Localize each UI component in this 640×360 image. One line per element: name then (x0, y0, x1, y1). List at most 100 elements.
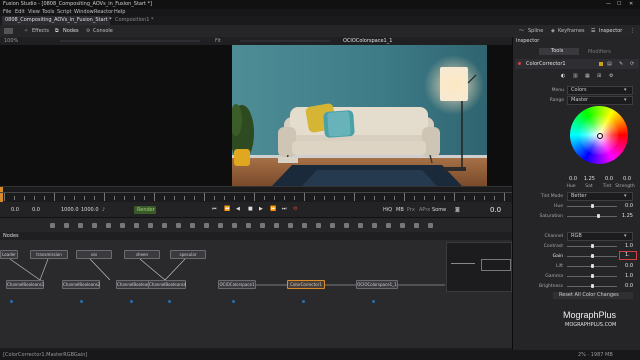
transmission-node[interactable]: transmission (30, 250, 68, 259)
pin-icon[interactable]: ✎ (619, 62, 623, 67)
left-viewer[interactable] (0, 45, 232, 186)
loader-node[interactable]: Loader (0, 250, 18, 259)
saturation-slider[interactable] (567, 216, 617, 217)
goto-start-icon[interactable]: ⏮ (212, 207, 217, 212)
color-corrector-tool-icon[interactable] (190, 223, 195, 228)
tint-value-box[interactable]: 0.0 (601, 176, 613, 182)
playhead[interactable] (0, 187, 3, 203)
minimize-icon[interactable]: — (606, 2, 611, 7)
time-ruler[interactable] (0, 186, 512, 203)
hue-curves-tool-icon[interactable] (218, 223, 223, 228)
rectangle-tool-icon[interactable] (148, 223, 153, 228)
console-button[interactable]: Console (93, 29, 113, 34)
render-start[interactable]: 0.0 (32, 208, 40, 213)
node-navigator[interactable] (446, 242, 512, 292)
matte-control-tool-icon[interactable] (400, 223, 405, 228)
enable-dot[interactable] (518, 62, 521, 65)
blur-tool-icon[interactable] (120, 223, 125, 228)
hiq-toggle[interactable]: HiQ (383, 208, 392, 213)
menu-help[interactable]: Help (114, 10, 125, 15)
contrast-slider-knob[interactable] (591, 244, 594, 248)
nodes-icon[interactable]: ⧉ (55, 29, 59, 34)
settings-tab-icon[interactable]: ⚙ (609, 74, 613, 79)
sheen-node[interactable]: sheen (124, 250, 160, 259)
media-pool-icon[interactable] (4, 28, 13, 34)
effects-icon[interactable]: ✧ (24, 29, 28, 34)
options-tab-icon[interactable]: ⊞ (597, 74, 601, 79)
aprx-toggle[interactable]: APrx (419, 208, 430, 213)
keyframes-icon[interactable]: ◆ (551, 29, 555, 34)
loop-icon[interactable]: ⟲ (293, 207, 297, 212)
brightness-value[interactable]: 0.0 (619, 283, 633, 289)
tracker-tool-icon[interactable] (358, 223, 363, 228)
menu-dropdown[interactable]: Colors ▾ (567, 86, 633, 95)
merge3d-tool-icon[interactable] (288, 223, 293, 228)
some-toggle[interactable]: Some (432, 208, 446, 213)
color-swatch-icon[interactable] (599, 62, 603, 66)
color-corrector-1-node[interactable]: ColorCorrector1 (287, 280, 325, 289)
emitter-tool-icon[interactable] (246, 223, 251, 228)
lift-value[interactable]: 0.0 (619, 263, 633, 269)
effects-button[interactable]: Effects (32, 29, 49, 34)
modifiers-tab[interactable]: Modifiers (588, 50, 611, 55)
tab-composition1[interactable]: Composition1 * (112, 16, 172, 25)
menu-edit[interactable]: Edit (15, 10, 25, 15)
gain-value-field[interactable]: 1. (619, 251, 637, 260)
tab-comp-start[interactable]: 0808_Compositing_AOVs_in_Fusion_Start * (2, 16, 112, 25)
hue-value-box[interactable]: 0.0 (565, 176, 577, 182)
ocio-colorspace-1-1-node[interactable]: OCIOColorspace1_1 (356, 280, 398, 289)
reset-all-button[interactable]: Reset All Color Changes (553, 292, 633, 299)
spline-button[interactable]: Spline (528, 29, 543, 34)
text3d-tool-icon[interactable] (316, 223, 321, 228)
saver-tool-icon[interactable] (414, 223, 419, 228)
spline-icon[interactable]: 〜 (519, 29, 524, 34)
sss-node[interactable]: sss (76, 250, 112, 259)
specular-node[interactable]: specular (170, 250, 206, 259)
global-start[interactable]: 0.0 (11, 208, 19, 213)
paint-tool-icon[interactable] (64, 223, 69, 228)
extra-tool-icon[interactable] (428, 223, 433, 228)
ocio-colorspace-1-node[interactable]: OCIOColorspace1 (218, 280, 256, 289)
channel-booleans-2-node[interactable]: ChannelBooleans2 (62, 280, 100, 289)
more-options-icon[interactable]: ⋮ (630, 29, 635, 34)
node-header[interactable]: ColorCorrector1 ▤ ✎ ⟳ (515, 59, 639, 69)
lift-slider-knob[interactable] (591, 264, 594, 268)
channel-booleans-1-node[interactable]: ChannelBooleans1 (6, 280, 44, 289)
menu-script[interactable]: Script (57, 10, 72, 15)
inspector-icon[interactable]: ☰ (591, 29, 595, 34)
step-forward-icon[interactable]: ⏩ (270, 207, 276, 212)
right-viewer-zoom[interactable]: Fit (215, 39, 221, 44)
render-button[interactable]: Render (134, 206, 156, 214)
color-curves-tool-icon[interactable] (204, 223, 209, 228)
prx-toggle[interactable]: Prx (407, 208, 415, 213)
levels-tab-icon[interactable]: ▥ (573, 74, 578, 79)
color-wheel-picker[interactable] (597, 133, 603, 139)
strength-value-box[interactable]: 0.0 (619, 176, 631, 182)
menu-window[interactable]: Window (74, 10, 94, 15)
versions-icon[interactable]: ▤ (607, 62, 612, 67)
brightness-contrast-tool-icon[interactable] (232, 223, 237, 228)
shape3d-tool-icon[interactable] (260, 223, 265, 228)
left-viewer-zoom[interactable]: 100% (4, 39, 18, 44)
gamma-value[interactable]: 1.0 (619, 273, 633, 279)
channel-dropdown[interactable]: RGB ▾ (567, 232, 633, 241)
audio-icon[interactable]: ♪ (102, 208, 105, 213)
menu-tools[interactable]: Tools (42, 10, 54, 15)
console-icon[interactable]: ⚙ (86, 29, 90, 34)
menu-reactor[interactable]: Reactor (94, 10, 113, 15)
text-tool-icon[interactable] (78, 223, 83, 228)
channel-booleans-4-node[interactable]: ChannelBooleans4 (148, 280, 186, 289)
maximize-icon[interactable]: ☐ (617, 2, 621, 7)
camera-icon[interactable]: ◙ (455, 208, 460, 213)
planar-tracker-tool-icon[interactable] (372, 223, 377, 228)
viewer-image[interactable] (232, 45, 487, 186)
sat-value-box[interactable]: 1.25 (583, 176, 595, 182)
loader-tool-icon[interactable] (92, 223, 97, 228)
render-end[interactable]: 1000.0 (61, 208, 79, 213)
stop-icon[interactable]: ■ (248, 207, 253, 212)
menu-view[interactable]: View (28, 10, 40, 15)
color-wheel[interactable] (570, 106, 628, 164)
gamma-slider-knob[interactable] (591, 274, 594, 278)
renderer3d-tool-icon[interactable] (274, 223, 279, 228)
hue-slider-knob[interactable] (591, 204, 594, 208)
